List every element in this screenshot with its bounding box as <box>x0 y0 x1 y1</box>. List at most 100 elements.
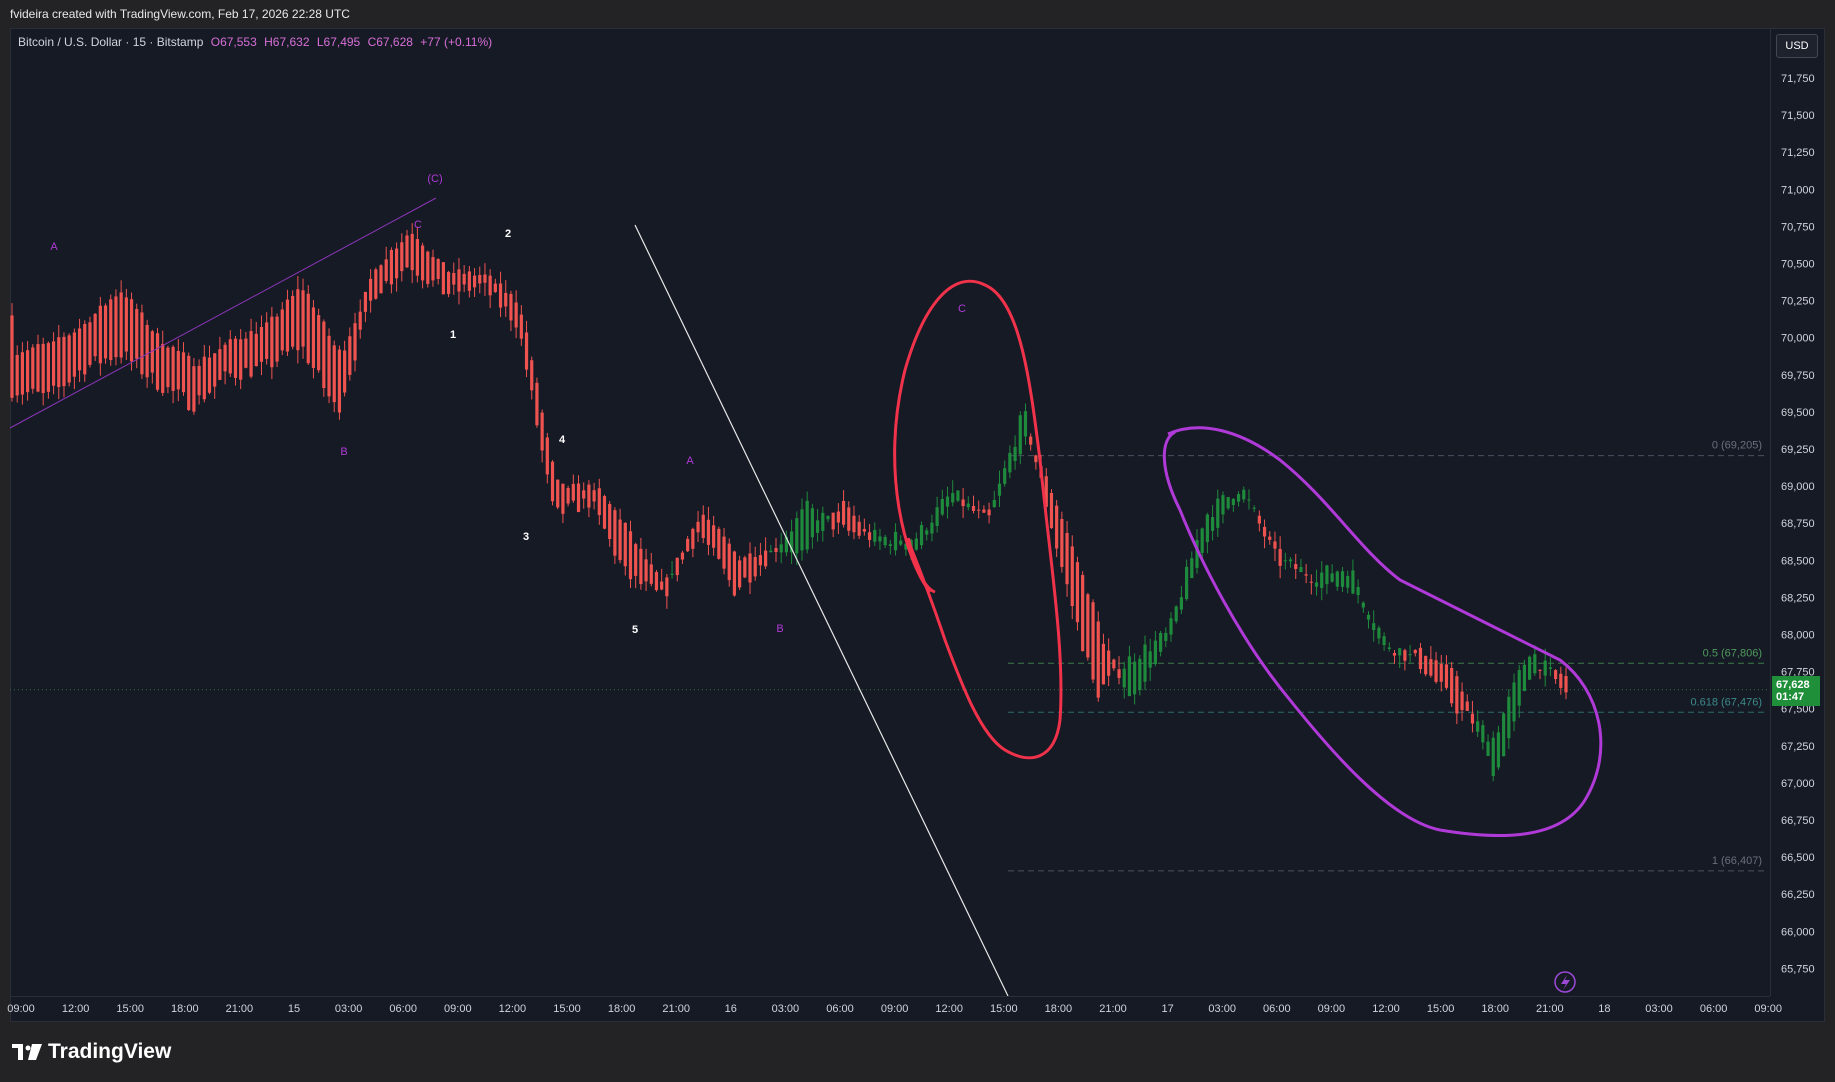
candle-body <box>769 550 773 553</box>
wave-label: 1 <box>450 329 456 341</box>
candle-body <box>1179 597 1183 610</box>
candle-body <box>62 336 66 387</box>
symbol-name[interactable]: Bitcoin / U.S. Dollar · 15 · Bitstamp <box>18 35 203 49</box>
price-axis[interactable] <box>1770 28 1825 996</box>
candle-body <box>779 544 783 553</box>
candle-body <box>1455 676 1459 714</box>
candle-body <box>841 500 846 525</box>
candle-body <box>1164 632 1168 642</box>
candle-body <box>223 344 227 372</box>
candle-body <box>1434 660 1438 682</box>
candle-body <box>852 515 856 533</box>
candle-body <box>129 299 134 362</box>
tradingview-logo[interactable]: TradingView <box>12 1040 171 1064</box>
high-value: H67,632 <box>264 35 310 49</box>
candle-body <box>155 333 160 390</box>
wave-label: A <box>686 455 694 467</box>
candle-body <box>285 299 290 352</box>
candle-body <box>41 343 45 394</box>
candle-body <box>847 507 851 531</box>
candle-body <box>1444 664 1449 688</box>
candle-body <box>602 496 607 529</box>
candle-body <box>337 349 342 413</box>
candle-body <box>114 296 118 358</box>
candle-body <box>1210 517 1215 531</box>
candle-body <box>966 503 970 508</box>
candle-body <box>1221 495 1225 515</box>
candle-body <box>1060 518 1064 567</box>
candle-body <box>1200 528 1204 553</box>
candle-body <box>265 322 269 359</box>
candle-body <box>576 483 581 513</box>
purple-highlight-loop <box>1162 426 1603 838</box>
candle-body <box>758 555 763 566</box>
candle-body <box>420 245 425 281</box>
candle-body <box>1117 669 1121 678</box>
low-value: L67,495 <box>316 35 361 49</box>
candle-body <box>197 365 201 396</box>
candle-body <box>176 350 180 390</box>
candle-body <box>161 343 165 393</box>
candle-body <box>1543 660 1547 676</box>
candle-body <box>873 529 877 542</box>
candle-body <box>1465 701 1469 711</box>
candle-body <box>311 307 316 368</box>
candle-body <box>1439 663 1443 682</box>
candle-body <box>31 347 35 389</box>
candle-body <box>1377 627 1381 639</box>
candle-body <box>415 239 419 276</box>
chart-canvas[interactable]: 71,75071,50071,25071,00070,75070,50070,2… <box>0 0 1835 1082</box>
candle-body <box>498 283 503 308</box>
candle-body <box>1288 559 1293 562</box>
candle-body <box>945 496 950 507</box>
candle-body <box>1278 549 1282 566</box>
candle-body <box>899 540 903 545</box>
candle-body <box>10 315 14 398</box>
candle-body <box>1418 647 1423 670</box>
candle-body <box>732 551 737 596</box>
candle-body <box>1049 492 1054 529</box>
candle-body <box>764 550 768 567</box>
candle-body <box>982 509 986 513</box>
candle-body <box>1148 651 1152 668</box>
wave-label: 5 <box>632 624 638 636</box>
candle-body <box>1070 546 1074 607</box>
fib-level-label: 0 (69,205) <box>1712 440 1762 452</box>
candle-body <box>478 274 482 284</box>
wave-label: (C) <box>427 173 442 185</box>
candle-body <box>805 500 809 550</box>
candle-body <box>119 292 123 358</box>
candle-body <box>446 272 451 294</box>
candle-body <box>935 507 939 526</box>
candle-body <box>940 498 944 515</box>
candle-body <box>628 531 633 580</box>
wave-label: 2 <box>505 228 511 240</box>
candle-body <box>1169 618 1173 635</box>
candle-body <box>207 357 212 393</box>
candle-body <box>441 262 445 295</box>
last-price-badge: 67,628 01:47 <box>1772 676 1820 706</box>
candle-body <box>1387 647 1391 649</box>
candle-body <box>951 493 955 503</box>
currency-button[interactable]: USD <box>1776 34 1818 58</box>
candle-body <box>706 519 711 545</box>
wave-label: 4 <box>559 434 566 446</box>
candle-body <box>1429 659 1433 676</box>
candle-body <box>431 257 435 281</box>
candle-body <box>1299 567 1303 573</box>
candle-body <box>836 511 840 523</box>
white-trendline <box>634 224 1009 997</box>
candle-body <box>1528 656 1532 680</box>
candle-body <box>1262 526 1267 537</box>
bar-countdown: 01:47 <box>1776 691 1805 703</box>
candle-body <box>379 265 383 294</box>
time-axis[interactable] <box>10 996 1770 1022</box>
candle-body <box>680 552 685 560</box>
candle-body <box>1184 566 1189 600</box>
candle-body <box>1450 667 1454 704</box>
candle-body <box>1018 415 1022 455</box>
candle-body <box>1320 572 1324 588</box>
candle-body <box>1413 649 1417 654</box>
candle-body <box>1533 654 1537 674</box>
candle-body <box>1257 515 1261 524</box>
